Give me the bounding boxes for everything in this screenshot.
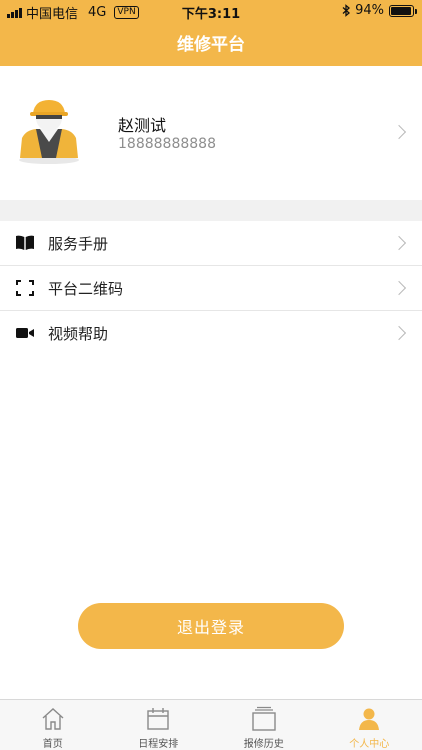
status-bar: 中国电信 4G VPN 下午3:11 94% [0,0,422,22]
status-right: 94% [342,3,417,18]
nav-header: 中国电信 4G VPN 下午3:11 94% 维修平台 [0,0,422,66]
qr-scan-icon [16,280,34,296]
book-icon [16,235,34,250]
section-separator [0,200,422,221]
menu-item-platform-qrcode[interactable]: 平台二维码 [0,266,422,311]
video-camera-icon [16,328,34,338]
user-phone: 18888888888 [118,136,216,152]
menu-item-service-manual[interactable]: 服务手册 [0,221,422,266]
chevron-right-icon [391,280,407,296]
avatar [19,100,79,164]
menu-item-label: 服务手册 [48,235,109,253]
tab-repair-history[interactable]: 报修历史 [211,700,317,750]
tab-label: 首页 [42,739,63,750]
profile-card[interactable]: 赵测试 18888888888 [0,66,422,200]
user-name: 赵测试 [118,116,167,135]
tab-bar: 首页 日程安排 报修历史 个人中心 [0,699,422,750]
menu-item-video-help[interactable]: 视频帮助 [0,311,422,356]
tab-personal-center[interactable]: 个人中心 [317,700,422,750]
tab-label: 报修历史 [243,739,284,750]
battery-fill [391,6,411,15]
tab-schedule[interactable]: 日程安排 [106,700,212,750]
chevron-right-icon [391,124,407,140]
bluetooth-icon [342,4,351,17]
user-icon [359,708,380,730]
menu-item-label: 平台二维码 [48,280,124,298]
page-title: 维修平台 [177,35,245,55]
tab-label: 个人中心 [349,739,390,750]
battery-icon [389,4,417,17]
logout-button[interactable]: 退出登录 [78,603,344,649]
battery-percent: 94% [355,3,384,18]
tab-label: 日程安排 [138,739,179,750]
home-icon [42,708,64,730]
chevron-right-icon [391,325,407,341]
history-icon [252,706,276,731]
settings-menu: 服务手册 平台二维码 视频帮助 [0,221,422,356]
chevron-right-icon [391,235,407,251]
menu-item-label: 视频帮助 [48,325,109,343]
calendar-icon [147,708,169,730]
tab-home[interactable]: 首页 [0,700,106,750]
